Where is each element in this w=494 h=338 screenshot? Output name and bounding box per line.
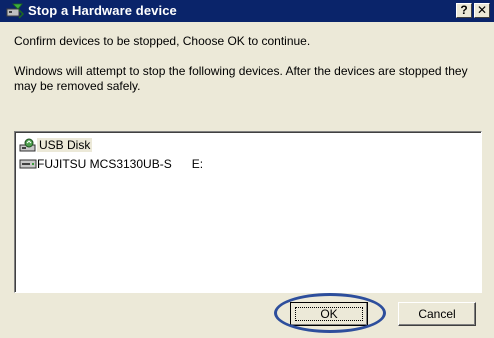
usb-disk-icon [19, 138, 37, 152]
help-button[interactable]: ? [456, 3, 472, 18]
list-item-usb-disk[interactable]: USB Disk [19, 136, 93, 152]
cancel-button[interactable]: Cancel [398, 302, 476, 326]
info-message: Windows will attempt to stop the followi… [14, 64, 468, 93]
ok-button[interactable]: OK [290, 302, 368, 326]
drive-icon [19, 157, 37, 171]
stop-hardware-dialog: Stop a Hardware device ? ✕ Confirm devic… [0, 0, 494, 338]
drive-letter: E: [191, 156, 204, 171]
title-bar[interactable]: Stop a Hardware device ? ✕ [0, 0, 494, 22]
device-label: USB Disk [37, 137, 93, 152]
list-item-fujitsu-drive[interactable]: FUJITSU MCS3130UB-S E: [19, 155, 203, 171]
device-list[interactable]: USB Disk FUJITSU MCS3130UB-S E: [14, 131, 482, 293]
dialog-title: Stop a Hardware device [28, 3, 177, 18]
confirm-message: Confirm devices to be stopped, Choose OK… [14, 34, 311, 48]
hardware-eject-icon [6, 3, 25, 19]
device-label: FUJITSU MCS3130UB-S [37, 156, 172, 171]
ok-button-label: OK [295, 307, 363, 321]
close-button[interactable]: ✕ [474, 3, 490, 18]
